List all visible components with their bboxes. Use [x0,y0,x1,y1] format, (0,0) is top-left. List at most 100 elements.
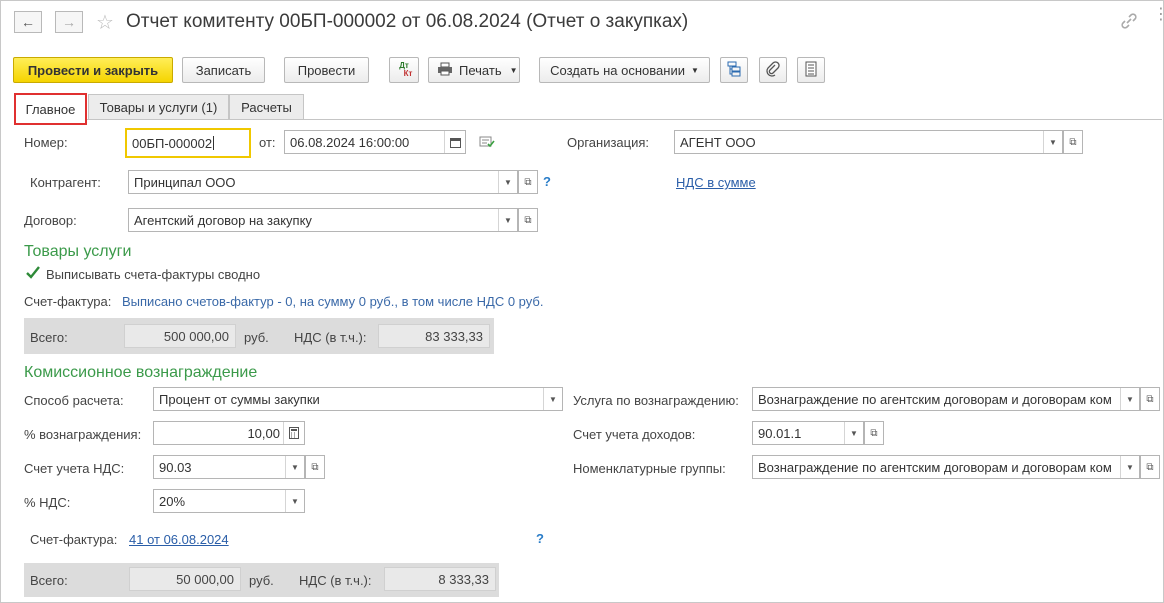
percent-input[interactable]: 10,00 [153,421,305,445]
number-label: Номер: [24,135,68,150]
help-icon[interactable]: ? [543,174,551,189]
open-service-button[interactable]: ⧉ [1140,387,1160,411]
arrow-right-icon: → [62,14,76,30]
print-label: Печать [459,62,502,78]
structure-button[interactable] [720,57,748,83]
dt-kt-button[interactable]: Дт Кт [389,57,419,83]
vat-rate-label: % НДС: [24,495,71,510]
commission-vat-value: 8 333,33 [384,567,496,591]
create-based-label: Создать на основании [550,62,685,78]
goods-vat-label: НДС (в т.ч.): [294,330,367,345]
goods-currency-label: руб. [244,330,269,345]
commission-total-label: Всего: [30,573,68,588]
income-account-select[interactable]: 90.01.1 ▼ [752,421,864,445]
save-button[interactable]: Записать [182,57,265,83]
chevron-down-icon[interactable]: ▼ [498,209,517,231]
vat-account-select[interactable]: 90.03 ▼ [153,455,305,479]
open-icon: ⧉ [311,461,319,473]
goods-total-value: 500 000,00 [124,324,236,348]
tab-main[interactable]: Главное [14,93,87,125]
chevron-down-icon[interactable]: ▼ [285,456,304,478]
method-label: Способ расчета: [24,393,124,408]
open-income-account-button[interactable]: ⧉ [864,421,884,445]
contractor-value: Принципал ООО [134,174,236,190]
hierarchy-icon [726,61,742,80]
chevron-down-icon[interactable]: ▼ [844,422,863,444]
chevron-down-icon: ▼ [509,65,518,75]
date-value: 06.08.2024 16:00:00 [290,134,410,150]
back-button[interactable]: ← [14,11,42,33]
summary-checkbox-label[interactable]: Выписывать счета-фактуры сводно [46,267,260,282]
open-icon: ⧉ [524,176,532,188]
commission-invoice-link[interactable]: 41 от 06.08.2024 [129,532,229,547]
chevron-down-icon[interactable]: ▼ [1120,456,1139,478]
date-label: от: [259,135,276,150]
printer-icon [437,62,453,79]
calculator-button[interactable] [797,57,825,83]
open-icon: ⧉ [1069,136,1077,148]
commission-currency-label: руб. [249,573,274,588]
contract-value: Агентский договор на закупку [134,212,312,228]
chevron-down-icon[interactable]: ▼ [498,171,517,193]
summary-checkbox[interactable] [25,265,41,281]
vat-in-sum-link[interactable]: НДС в сумме [676,175,756,190]
open-organization-button[interactable]: ⧉ [1063,130,1083,154]
commission-total-value: 50 000,00 [129,567,241,591]
goods-vat-value: 83 333,33 [378,324,490,348]
open-nomenclature-button[interactable]: ⧉ [1140,455,1160,479]
chevron-down-icon[interactable]: ▼ [1043,131,1062,153]
chevron-down-icon: ▼ [690,65,699,75]
post-button[interactable]: Провести [284,57,369,83]
open-vat-account-button[interactable]: ⧉ [305,455,325,479]
percent-value: 10,00 [247,425,280,441]
calendar-icon[interactable] [444,131,465,153]
goods-invoice-label: Счет-фактура: [24,294,112,309]
help-icon[interactable]: ? [536,531,544,546]
attach-button[interactable] [759,57,787,83]
number-value: 00БП-000002 [132,135,213,151]
method-select[interactable]: Процент от суммы закупки ▼ [153,387,563,411]
contractor-select[interactable]: Принципал ООО ▼ [128,170,518,194]
open-contract-button[interactable]: ⧉ [518,208,538,232]
commission-section-title: Комиссионное вознаграждение [24,364,258,381]
vat-account-label: Счет учета НДС: [24,461,125,476]
open-icon: ⧉ [524,214,532,226]
open-contractor-button[interactable]: ⧉ [518,170,538,194]
service-select[interactable]: Вознаграждение по агентским договорам и … [752,387,1140,411]
tab-settlements[interactable]: Расчеты [229,94,304,120]
number-input[interactable]: 00БП-000002 [125,128,251,158]
chevron-down-icon[interactable]: ▼ [543,388,562,410]
status-list-icon[interactable] [479,135,495,152]
vat-rate-value: 20% [159,493,186,509]
method-value: Процент от суммы закупки [159,391,320,407]
forward-button[interactable]: → [55,11,83,33]
star-icon[interactable]: ☆ [96,10,114,35]
more-icon[interactable]: ⋮ [1153,7,1164,23]
nomenclature-groups-value: Вознаграждение по агентским договорам и … [758,459,1112,475]
goods-section-title: Товары услуги [24,243,132,260]
contract-select[interactable]: Агентский договор на закупку ▼ [128,208,518,232]
chevron-down-icon[interactable]: ▼ [1120,388,1139,410]
goods-invoice-text[interactable]: Выписано счетов-фактур - 0, на сумму 0 р… [122,294,543,309]
kt-label: Кт [403,69,413,78]
open-icon: ⧉ [870,427,878,439]
tab-goods-services[interactable]: Товары и услуги (1) [88,94,229,120]
document-list-icon [804,61,818,80]
organization-value: АГЕНТ ООО [680,134,756,150]
contractor-label: Контрагент: [30,175,101,190]
create-based-on-button[interactable]: Создать на основании ▼ [539,57,710,83]
date-input[interactable]: 06.08.2024 16:00:00 [284,130,466,154]
vat-rate-select[interactable]: 20% ▼ [153,489,305,513]
print-button[interactable]: Печать ▼ [428,57,520,83]
income-account-label: Счет учета доходов: [573,427,696,442]
link-icon[interactable] [1120,12,1138,30]
commission-invoice-label: Счет-фактура: [30,532,118,547]
nomenclature-groups-select[interactable]: Вознаграждение по агентским договорам и … [752,455,1140,479]
calculator-icon[interactable] [283,422,304,444]
percent-label: % вознаграждения: [24,427,142,442]
text-cursor [213,136,215,150]
chevron-down-icon[interactable]: ▼ [285,490,304,512]
organization-select[interactable]: АГЕНТ ООО ▼ [674,130,1063,154]
service-value: Вознаграждение по агентским договорам и … [758,391,1112,407]
post-and-close-button[interactable]: Провести и закрыть [13,57,173,83]
